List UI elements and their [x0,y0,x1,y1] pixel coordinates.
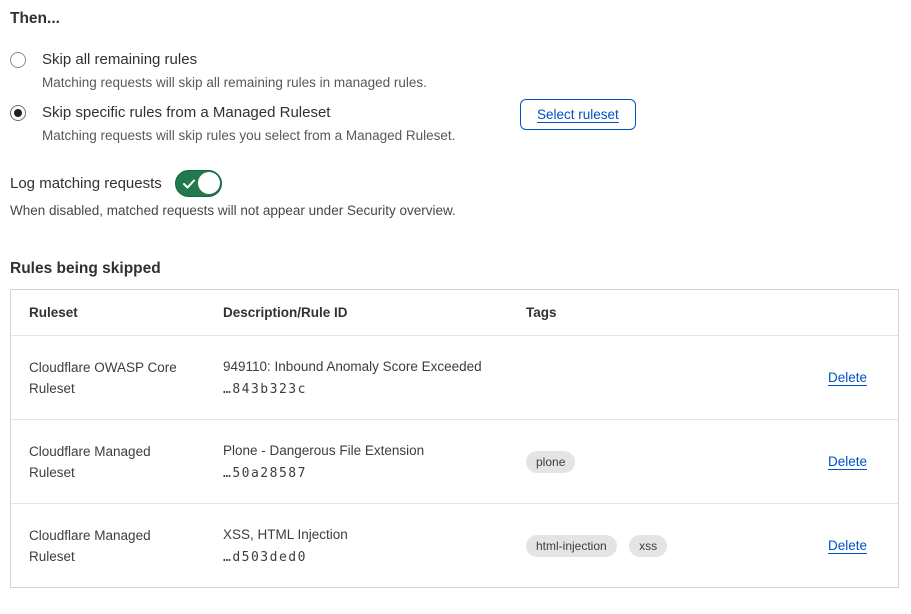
tag-badge: html-injection [526,535,617,557]
radio-unselected-icon[interactable] [10,52,26,68]
column-header-tags: Tags [526,305,787,320]
tags-cell: html-injection xss [526,535,787,557]
log-matching-requests-row: Log matching requests [10,170,222,197]
option-skip-specific-label: Skip specific rules from a Managed Rules… [42,103,455,123]
column-header-description-rule-id: Description/Rule ID [223,305,526,320]
table-row: Cloudflare OWASP Core Ruleset 949110: In… [11,335,898,419]
delete-link[interactable]: Delete [828,538,867,553]
table-header-row: Ruleset Description/Rule ID Tags [11,290,898,335]
option-skip-all-text: Skip all remaining rules Matching reques… [42,50,427,92]
table-row: Cloudflare Managed Ruleset XSS, HTML Inj… [11,503,898,587]
option-skip-all-rules[interactable]: Skip all remaining rules Matching reques… [10,50,427,92]
table-row: Cloudflare Managed Ruleset Plone - Dange… [11,419,898,503]
actions-cell: Delete [828,537,867,555]
option-skip-specific-rules[interactable]: Skip specific rules from a Managed Rules… [10,103,455,145]
option-skip-specific-description: Matching requests will skip rules you se… [42,127,455,145]
column-header-ruleset: Ruleset [29,305,223,320]
rule-id: …50a28587 [223,466,526,481]
rule-description: 949110: Inbound Anomaly Score Exceeded [223,359,526,374]
description-cell: Plone - Dangerous File Extension …50a285… [223,443,526,481]
description-cell: XSS, HTML Injection …d503ded0 [223,527,526,565]
ruleset-cell: Cloudflare Managed Ruleset [29,525,199,567]
log-toggle-switch[interactable] [175,170,222,197]
waf-skip-rule-form: Then... Skip all remaining rules Matchin… [0,0,911,614]
description-cell: 949110: Inbound Anomaly Score Exceeded …… [223,359,526,397]
delete-link[interactable]: Delete [828,454,867,469]
rules-being-skipped-heading: Rules being skipped [10,260,161,278]
rule-id: …d503ded0 [223,550,526,565]
rule-description: Plone - Dangerous File Extension [223,443,526,458]
radio-selected-icon[interactable] [10,105,26,121]
then-heading: Then... [10,10,60,28]
rule-id: …843b323c [223,382,526,397]
tag-badge: plone [526,451,575,473]
log-toggle-description: When disabled, matched requests will not… [10,203,456,218]
option-skip-all-description: Matching requests will skip all remainin… [42,74,427,92]
select-ruleset-button[interactable]: Select ruleset [520,99,636,130]
tags-cell: plone [526,451,787,473]
ruleset-cell: Cloudflare Managed Ruleset [29,441,199,483]
ruleset-cell: Cloudflare OWASP Core Ruleset [29,357,199,399]
option-skip-specific-text: Skip specific rules from a Managed Rules… [42,103,455,145]
actions-cell: Delete [828,369,867,387]
option-skip-all-label: Skip all remaining rules [42,50,427,70]
toggle-knob [198,172,220,194]
rule-description: XSS, HTML Injection [223,527,526,542]
rules-being-skipped-table: Ruleset Description/Rule ID Tags Cloudfl… [10,289,899,588]
log-matching-requests-label: Log matching requests [10,175,162,192]
actions-cell: Delete [828,453,867,471]
check-icon [183,179,195,189]
tag-badge: xss [629,535,667,557]
delete-link[interactable]: Delete [828,370,867,385]
